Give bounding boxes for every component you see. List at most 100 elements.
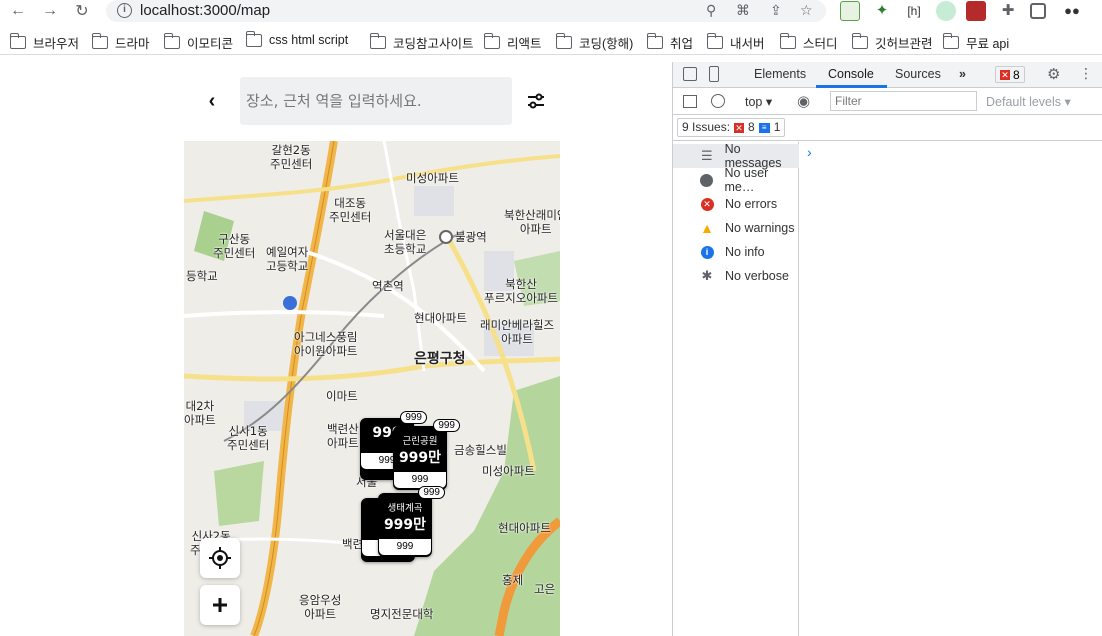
marker-footer: 999	[379, 539, 431, 555]
map-label: 현대아파트	[414, 311, 467, 325]
map-label: 미성아파트	[482, 464, 535, 478]
console-prompt[interactable]: ›	[807, 144, 812, 160]
reload-icon[interactable]: ↻	[72, 1, 92, 21]
extension-sheets-icon[interactable]	[840, 1, 860, 21]
map-label: 신사1동 주민센터	[227, 424, 270, 452]
sidebar-item-warnings[interactable]: ▲ No warnings	[673, 216, 799, 240]
bookmark-folder[interactable]: 드라마	[91, 33, 150, 52]
forward-arrow-icon[interactable]: →	[40, 1, 60, 21]
plus-icon	[213, 598, 227, 612]
bookmarks-bar: 브라우저 드라마 이모티콘 css html script 코딩참고사이트 리액…	[0, 29, 1102, 55]
folder-icon	[851, 33, 868, 49]
price-marker[interactable]: 생태계곡 999만 999 999	[378, 486, 445, 557]
list-icon: ☰	[700, 148, 713, 163]
back-arrow-icon[interactable]: ←	[8, 1, 28, 21]
bookmark-folder[interactable]: css html script	[245, 30, 348, 47]
settings-gear-icon[interactable]: ⚙	[1047, 65, 1060, 83]
map-label: 이마트	[326, 389, 358, 403]
map-view[interactable]: 갈현2동 주민센터 미성아파트 대조동 주민센터 서울대은 초등학교 불광역 북…	[184, 141, 560, 636]
console-filter-input[interactable]: Filter	[830, 91, 977, 111]
place-search-input[interactable]	[240, 77, 512, 125]
marker-count-badge: 999	[433, 419, 460, 432]
folder-icon	[369, 33, 386, 49]
sidebar-item-errors[interactable]: ✕ No errors	[673, 192, 799, 216]
extension-red-icon[interactable]	[966, 1, 986, 21]
inspect-element-icon[interactable]	[683, 67, 697, 81]
extension-h-icon[interactable]: [h]	[904, 1, 924, 21]
filter-sliders-icon[interactable]	[525, 90, 547, 112]
issues-button[interactable]: 9 Issues: ✕ 8 ≡ 1	[677, 118, 786, 137]
sidebar-toggle-icon[interactable]	[683, 95, 697, 108]
map-label: 백련	[342, 537, 364, 551]
map-label: 응암우성 아파트	[299, 593, 342, 621]
context-selector[interactable]: top ▾	[745, 94, 772, 109]
location-icon[interactable]: ⚲	[706, 2, 716, 19]
extension-circle-icon[interactable]	[936, 1, 956, 21]
extension-leaf-icon[interactable]: ✦	[872, 1, 892, 21]
search-bar[interactable]	[240, 77, 512, 125]
share-icon[interactable]: ⇪	[770, 2, 782, 19]
zoom-in-button[interactable]	[200, 585, 240, 625]
price-marker[interactable]: 근린공원 999만 999 999	[393, 419, 460, 490]
bookmark-folder[interactable]: 깃허브관련	[851, 33, 933, 52]
map-label: 현대아파트	[498, 521, 551, 535]
current-location-button[interactable]	[200, 538, 240, 578]
marker-price: 999만	[398, 450, 442, 466]
bookmark-folder[interactable]: 코딩(항해)	[555, 33, 633, 52]
profile-avatar-icon[interactable]: ●●	[1062, 1, 1082, 21]
bookmark-folder[interactable]: 무료 api	[942, 33, 1009, 52]
tab-sources[interactable]: Sources	[895, 67, 941, 81]
map-label: 미성아파트	[406, 171, 459, 185]
browser-toolbar: ← → ↻ i localhost:3000/map ⚲ ⌘ ⇪ ☆ ✦ [h]…	[0, 0, 1102, 22]
map-label: 북한산 푸르지오아파트	[484, 277, 559, 305]
folder-icon	[706, 33, 723, 49]
translate-icon[interactable]: ⌘	[736, 2, 750, 19]
bookmark-folder[interactable]: 이모티콘	[163, 33, 233, 52]
error-count-badge[interactable]: ✕ 8	[995, 66, 1025, 83]
bookmark-folder[interactable]: 내서버	[706, 33, 765, 52]
error-icon: ✕	[1000, 69, 1010, 80]
bookmark-folder[interactable]: 스터디	[779, 33, 838, 52]
marker-price: 999만	[383, 517, 427, 533]
bookmark-folder[interactable]: 리액트	[483, 33, 542, 52]
map-label: 구산동 주민센터	[213, 232, 256, 260]
clear-console-icon[interactable]	[711, 94, 725, 108]
sidebar-item-verbose[interactable]: ✱ No verbose	[673, 264, 799, 288]
devtools-tabbar: Elements Console Sources » ✕ 8 ⚙ ⋮	[673, 62, 1102, 88]
folder-icon	[555, 33, 572, 49]
folder-icon	[779, 33, 796, 49]
error-icon: ✕	[699, 197, 715, 211]
device-toolbar-icon[interactable]	[709, 66, 719, 82]
map-label: 역촌역	[372, 279, 404, 293]
map-label: 갈현2동 주민센터	[270, 143, 313, 171]
bug-icon: ✱	[701, 268, 713, 283]
map-page: ‹ 장소, 근처 역을 입력하세요. 갈현2동 주민센터 미성아파트 대조동 주…	[0, 62, 672, 636]
extensions-puzzle-icon[interactable]: ✚	[998, 1, 1018, 21]
live-expression-eye-icon[interactable]: ◉	[797, 92, 810, 110]
map-label: 아그네스풍림 아이원아파트	[294, 330, 358, 358]
map-label: 불광역	[455, 230, 487, 244]
folder-icon	[9, 33, 26, 49]
site-info-icon[interactable]: i	[117, 3, 132, 18]
log-levels-dropdown[interactable]: Default levels ▾	[986, 94, 1071, 109]
tab-elements[interactable]: Elements	[754, 67, 806, 81]
tab-console[interactable]: Console	[828, 67, 874, 81]
more-tabs-icon[interactable]: »	[959, 67, 966, 81]
bookmark-folder[interactable]: 코딩참고사이트	[369, 33, 474, 52]
map-label: 명지전문대학	[370, 607, 434, 621]
marker-name: 근린공원	[402, 436, 438, 447]
sidebar-item-user-messages[interactable]: No user me…	[673, 166, 799, 194]
kebab-menu-icon[interactable]: ⋮	[1079, 65, 1093, 82]
bookmark-folder[interactable]: 브라우저	[9, 33, 79, 52]
back-chevron-icon[interactable]: ‹	[200, 90, 224, 114]
map-label: 금송힐스빌	[454, 443, 507, 457]
folder-icon	[163, 33, 180, 49]
side-panel-icon[interactable]	[1030, 3, 1046, 19]
bookmark-star-icon[interactable]: ☆	[800, 2, 813, 19]
info-icon: i	[699, 245, 715, 259]
sidebar-item-messages[interactable]: ☰ No messages	[673, 142, 799, 170]
sidebar-item-info[interactable]: i No info	[673, 240, 799, 264]
bookmark-folder[interactable]: 취업	[646, 33, 693, 52]
address-bar[interactable]: i localhost:3000/map ⚲ ⌘ ⇪ ☆	[106, 0, 826, 22]
marker-name: 생태계곡	[387, 503, 423, 514]
